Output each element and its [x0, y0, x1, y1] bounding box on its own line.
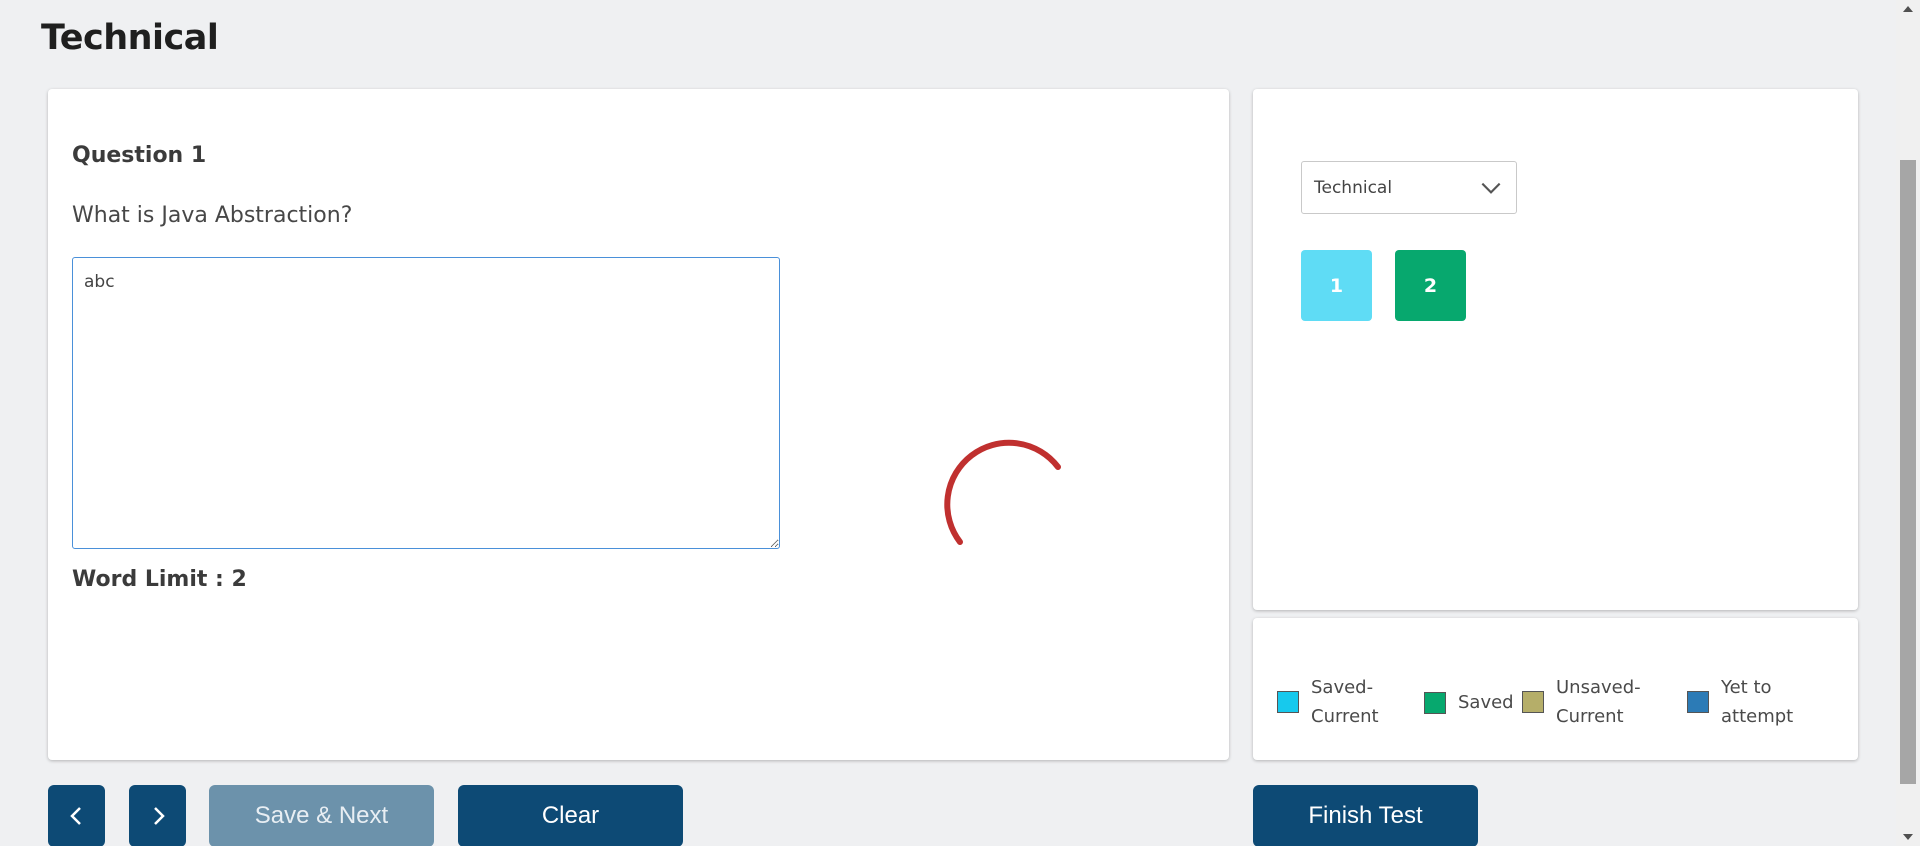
legend-saved-current: Saved- Current	[1277, 673, 1379, 731]
chevron-down-icon	[1481, 182, 1501, 194]
legend-label: Yet to	[1721, 677, 1772, 698]
question-text: What is Java Abstraction?	[72, 203, 353, 228]
legend-label: Unsaved-	[1556, 677, 1641, 698]
legend-label: Saved	[1458, 692, 1514, 713]
next-question-button[interactable]	[129, 785, 186, 846]
legend-yet-to-attempt: Yet to attempt	[1687, 673, 1793, 731]
palette-question-1[interactable]: 1	[1301, 250, 1372, 321]
scroll-up-icon[interactable]	[1903, 6, 1913, 12]
legend-swatch-saved	[1424, 691, 1446, 714]
legend-swatch-unsaved-current	[1522, 691, 1544, 713]
answer-textarea[interactable]	[72, 257, 780, 549]
word-limit-label: Word Limit : 2	[72, 567, 247, 592]
clear-button[interactable]: Clear	[458, 785, 683, 846]
scroll-down-icon[interactable]	[1903, 834, 1913, 840]
section-select-value: Technical	[1314, 177, 1393, 198]
legend-label: Saved-	[1311, 677, 1374, 698]
question-number: Question 1	[72, 143, 207, 168]
chevron-right-icon	[153, 807, 165, 825]
legend-label: Current	[1556, 706, 1624, 727]
previous-question-button[interactable]	[48, 785, 105, 846]
legend-label: attempt	[1721, 706, 1794, 727]
scrollbar-thumb[interactable]	[1900, 160, 1916, 784]
section-select[interactable]: Technical	[1301, 161, 1517, 214]
palette-question-2[interactable]: 2	[1395, 250, 1466, 321]
chevron-left-icon	[69, 807, 81, 825]
page-scrollbar[interactable]	[1896, 0, 1920, 846]
page-title: Technical	[41, 18, 219, 58]
legend-swatch-saved-current	[1277, 691, 1299, 713]
legend-saved: Saved	[1424, 688, 1514, 717]
legend-label: Current	[1311, 706, 1379, 727]
legend-unsaved-current: Unsaved- Current	[1522, 673, 1641, 731]
save-next-button[interactable]: Save & Next	[209, 785, 434, 846]
loading-spinner-icon	[944, 439, 1061, 545]
finish-test-button[interactable]: Finish Test	[1253, 785, 1478, 846]
question-palette: Technical 1 2	[1253, 89, 1858, 610]
question-card: Question 1 What is Java Abstraction? Wor…	[48, 89, 1229, 760]
status-legend: Saved- Current Saved Unsaved- Current Ye…	[1253, 618, 1858, 760]
legend-swatch-yet-to-attempt	[1687, 691, 1709, 713]
